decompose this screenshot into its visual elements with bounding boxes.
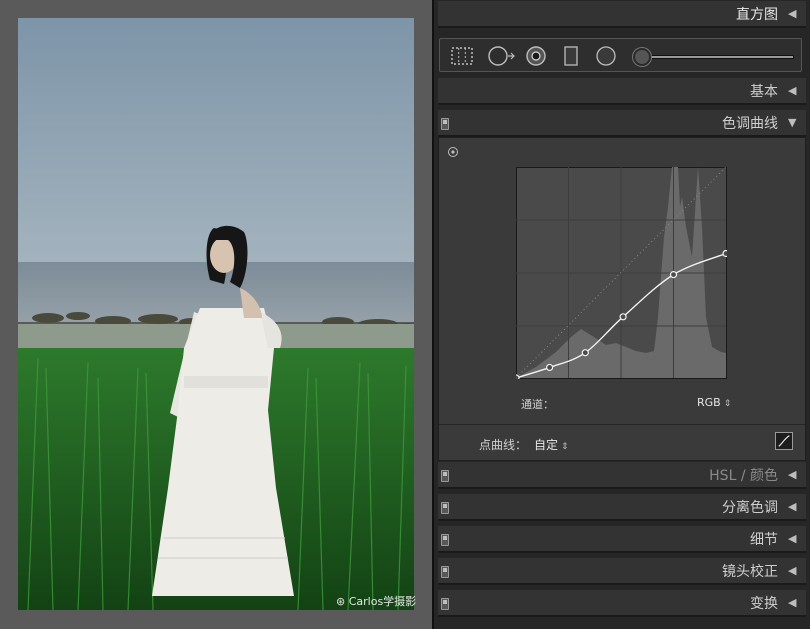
panel-toggle-switch[interactable] [441, 598, 449, 610]
updown-icon: ⇕ [723, 399, 732, 409]
histogram-header[interactable]: 直方图 ◀ [438, 1, 806, 28]
point-curve-select[interactable]: 自定 ⇕ [534, 436, 569, 453]
tone-curve-body: 通道： RGB ⇕ 点曲线： 自定 ⇕ [438, 137, 806, 461]
curve-control-point[interactable] [581, 349, 589, 357]
tone-curve-title: 色调曲线 [722, 115, 778, 132]
watermark: ⊛ Carlos学摄影 [336, 593, 416, 609]
edit-point-curve-icon[interactable] [775, 432, 793, 450]
develop-panel: 直方图 ◀ 基本 ◀ 色调曲线 ▼ 通道： RGB ⇕ 点曲线： 自定 ⇕ HS… [434, 0, 810, 629]
split-toning-header[interactable]: 分离色调 ◀ [438, 494, 806, 521]
collapse-arrow-icon[interactable]: ◀ [788, 532, 796, 545]
basic-title: 基本 [750, 83, 778, 100]
transform-title: 变换 [750, 595, 778, 612]
detail-header[interactable]: 细节 ◀ [438, 526, 806, 553]
basic-header[interactable]: 基本 ◀ [438, 78, 806, 105]
tone-curve-graph[interactable] [516, 167, 727, 379]
hsl-title: HSL / 颜色 [709, 467, 778, 484]
lens-correction-header[interactable]: 镜头校正 ◀ [438, 558, 806, 585]
collapse-arrow-icon[interactable]: ◀ [788, 596, 796, 609]
photo-preview [18, 18, 414, 610]
panel-toggle-switch[interactable] [441, 534, 449, 546]
detail-title: 细节 [750, 531, 778, 548]
updown-icon: ⇕ [561, 442, 569, 452]
collapse-arrow-icon[interactable]: ◀ [788, 7, 796, 20]
curve-control-point[interactable] [669, 271, 678, 279]
tone-curve-header[interactable]: 色调曲线 ▼ [438, 110, 806, 137]
panel-toggle-switch[interactable] [441, 502, 449, 514]
transform-header[interactable]: 变换 ◀ [438, 590, 806, 617]
curve-control-point[interactable] [545, 363, 554, 372]
point-curve-label: 点曲线： [479, 438, 528, 452]
channel-select[interactable]: RGB ⇕ [697, 396, 731, 409]
collapse-arrow-icon[interactable]: ◀ [788, 564, 796, 577]
collapse-arrow-icon[interactable]: ◀ [788, 500, 796, 513]
panel-toggle-switch[interactable] [441, 566, 449, 578]
tool-strip [439, 38, 802, 72]
channel-value: RGB [697, 396, 721, 409]
collapse-arrow-icon[interactable]: ◀ [788, 468, 796, 481]
photo-viewer: ⊛ Carlos学摄影 [0, 0, 432, 629]
panel-toggle-switch[interactable] [441, 118, 449, 130]
histogram-title: 直方图 [736, 6, 778, 23]
split-toning-title: 分离色调 [722, 499, 778, 516]
point-curve-value: 自定 [534, 438, 559, 452]
red-eye-icon[interactable] [524, 46, 548, 66]
lens-correction-title: 镜头校正 [722, 563, 778, 580]
radial-filter-icon[interactable] [594, 46, 618, 66]
channel-label: 通道： [521, 398, 554, 411]
watermark-text: Carlos学摄影 [348, 595, 417, 608]
target-adjustment-icon[interactable] [447, 146, 459, 158]
spot-removal-icon[interactable] [486, 46, 518, 66]
curve-control-point[interactable] [722, 249, 727, 258]
weibo-icon: ⊛ [336, 595, 346, 608]
point-curve-row: 点曲线： 自定 ⇕ [439, 424, 805, 460]
panel-toggle-switch[interactable] [441, 470, 449, 482]
curve-control-point[interactable] [516, 374, 520, 379]
collapse-arrow-icon[interactable]: ◀ [788, 84, 796, 97]
hsl-header[interactable]: HSL / 颜色 ◀ [438, 462, 806, 489]
curve-control-point[interactable] [619, 313, 627, 321]
adjustment-brush-icon[interactable] [633, 48, 651, 66]
graduated-filter-icon[interactable] [562, 46, 580, 66]
crop-overlay-icon[interactable] [450, 46, 474, 66]
adjustment-brush-slider-track[interactable] [640, 55, 794, 59]
expand-arrow-icon[interactable]: ▼ [788, 116, 796, 129]
